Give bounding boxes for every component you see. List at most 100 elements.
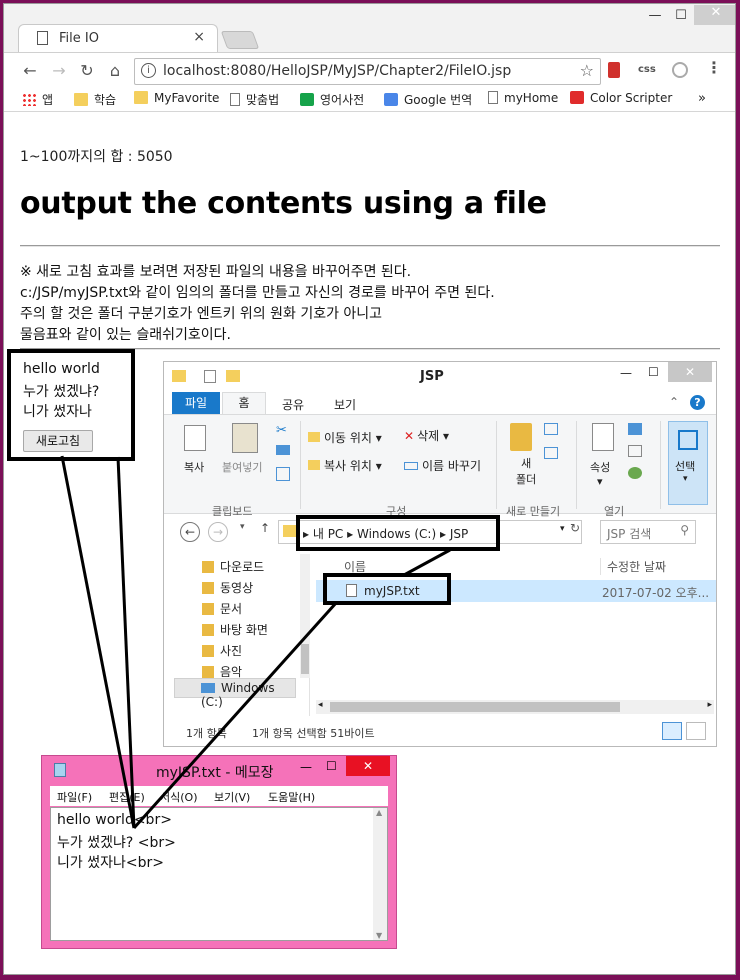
paste-button[interactable]: 붙여넣기 xyxy=(222,459,262,475)
explorer-search-input[interactable]: JSP 검색 ⚲ xyxy=(600,520,696,544)
sidebar-item-desktop[interactable]: 바탕 화면 xyxy=(202,621,268,638)
breadcrumb-drive[interactable]: Windows (C:) xyxy=(357,527,436,541)
menu-help[interactable]: 도움말(H) xyxy=(268,789,315,805)
bookmark-dictionary[interactable]: 영어사전 xyxy=(300,91,364,108)
file-row-selected[interactable]: myJSP.txt 2017-07-02 오후... xyxy=(316,580,716,602)
minimize-button[interactable]: — xyxy=(642,8,668,23)
scroll-down-icon[interactable]: ▼ xyxy=(376,931,382,940)
tab-share[interactable]: 공유 xyxy=(282,396,304,413)
notepad-maximize-button[interactable]: ☐ xyxy=(326,759,337,773)
sidebar-item-windows-c[interactable]: Windows (C:) xyxy=(174,678,296,709)
large-icons-view-icon[interactable] xyxy=(686,722,706,740)
new-folder-button[interactable]: 새 폴더 xyxy=(516,455,536,487)
new-folder-icon[interactable] xyxy=(226,370,240,382)
scroll-up-icon[interactable]: ▲ xyxy=(376,808,382,817)
bookmark-star-icon[interactable]: ☆ xyxy=(580,61,594,80)
ribbon-collapse-icon[interactable]: ⌃ xyxy=(669,395,679,409)
cut-icon[interactable]: ✂ xyxy=(276,423,287,438)
easy-access-icon[interactable] xyxy=(544,447,558,459)
menu-view[interactable]: 보기(V) xyxy=(214,789,250,805)
sidebar-item-videos[interactable]: 동영상 xyxy=(202,579,253,596)
scrollbar-thumb[interactable] xyxy=(301,644,309,674)
notepad-scrollbar[interactable]: ▲ ▼ xyxy=(373,808,387,940)
help-icon[interactable]: ? xyxy=(690,395,705,410)
breadcrumb-pc[interactable]: 내 PC xyxy=(313,527,343,541)
properties-icon[interactable] xyxy=(204,370,216,383)
notepad-minimize-button[interactable]: — xyxy=(300,760,312,774)
explorer-close-button[interactable]: ✕ xyxy=(668,362,712,382)
column-header-name[interactable]: 이름 xyxy=(344,558,366,575)
page-icon xyxy=(488,91,498,104)
sidebar-item-downloads[interactable]: 다운로드 xyxy=(202,558,264,575)
scrollbar-thumb[interactable] xyxy=(330,702,620,712)
delete-button[interactable]: ✕ 삭제 ▾ xyxy=(404,427,449,444)
move-to-button[interactable]: 이동 위치 ▾ xyxy=(308,429,382,446)
browser-tab[interactable]: File IO × xyxy=(18,24,218,52)
maximize-button[interactable]: ☐ xyxy=(668,8,694,23)
notepad-text-area[interactable]: hello world<br> 누가 썼겠냐? <br> 니가 썼자나<br> … xyxy=(50,807,388,941)
menu-icon[interactable]: ⋮ xyxy=(706,58,722,77)
address-bar[interactable]: i localhost:8080/HelloJSP/MyJSP/Chapter2… xyxy=(134,58,601,85)
horizontal-scrollbar[interactable]: ◂ ▸ xyxy=(316,700,714,714)
explorer-address-bar[interactable]: ▸ 내 PC ▸ Windows (C:) ▸ JSP xyxy=(278,520,582,544)
back-icon[interactable]: ← xyxy=(180,522,200,542)
notepad-close-button[interactable]: ✕ xyxy=(346,756,390,776)
rename-button[interactable]: 이름 바꾸기 xyxy=(404,457,481,474)
sidebar-item-documents[interactable]: 문서 xyxy=(202,600,242,617)
bookmark-study[interactable]: 학습 xyxy=(74,91,116,108)
menu-file[interactable]: 파일(F) xyxy=(57,789,92,805)
menu-format[interactable]: 서식(O) xyxy=(160,789,197,805)
bookmark-color-scripter[interactable]: Color Scripter xyxy=(570,91,672,105)
refresh-button[interactable]: 새로고침 xyxy=(23,430,93,452)
bookmarks-more-button[interactable]: » xyxy=(698,91,706,106)
bookmark-spelling[interactable]: 맞춤법 xyxy=(230,91,279,108)
select-button[interactable]: 선택 ▾ xyxy=(668,421,708,505)
bookmark-apps[interactable]: 앱 xyxy=(22,91,53,108)
copy-button[interactable]: 복사 xyxy=(184,459,204,475)
tab-close-icon[interactable]: × xyxy=(193,29,205,45)
sidebar-scrollbar[interactable] xyxy=(300,554,310,678)
details-view-icon[interactable] xyxy=(662,722,682,740)
home-icon[interactable]: ⌂ xyxy=(104,61,126,80)
sidebar-item-pictures[interactable]: 사진 xyxy=(202,642,242,659)
edit-icon[interactable] xyxy=(628,445,642,457)
bookmark-google-translate[interactable]: Google 번역 xyxy=(384,91,472,108)
menu-edit[interactable]: 편집(E) xyxy=(109,789,145,805)
explorer-minimize-button[interactable]: — xyxy=(620,366,632,380)
forward-icon[interactable]: → xyxy=(208,522,228,542)
bookmark-myfavorite[interactable]: MyFavorite xyxy=(134,91,219,105)
new-item-icon[interactable] xyxy=(544,423,558,435)
back-icon[interactable]: ← xyxy=(19,61,41,80)
address-dropdown-icon[interactable]: ▾ xyxy=(560,524,565,534)
column-header-modified[interactable]: 수정한 날짜 xyxy=(600,558,666,575)
open-icon[interactable] xyxy=(628,423,642,435)
tab-file[interactable]: 파일 xyxy=(172,392,220,414)
refresh-icon[interactable]: ↻ xyxy=(570,521,580,535)
forward-icon[interactable]: → xyxy=(48,61,70,80)
tab-home[interactable]: 홈 xyxy=(222,392,266,415)
bookmark-myhome[interactable]: myHome xyxy=(488,91,558,105)
recent-locations-icon[interactable]: ▾ xyxy=(240,522,245,532)
tab-view[interactable]: 보기 xyxy=(334,396,356,413)
extension-red-icon[interactable] xyxy=(608,62,620,78)
css-extension-icon[interactable]: css xyxy=(638,64,656,80)
delete-icon: ✕ xyxy=(404,429,415,443)
info-icon[interactable]: i xyxy=(141,63,156,78)
properties-button[interactable]: 속성 ▾ xyxy=(590,459,610,488)
reload-icon[interactable]: ↻ xyxy=(76,61,98,80)
breadcrumb-folder[interactable]: JSP xyxy=(450,527,468,541)
copy-to-button[interactable]: 복사 위치 ▾ xyxy=(308,457,382,474)
close-button[interactable]: ✕ xyxy=(694,5,735,25)
scroll-right-icon[interactable]: ▸ xyxy=(707,700,712,710)
up-icon[interactable]: ↑ xyxy=(260,521,270,535)
paste-shortcut-icon[interactable] xyxy=(276,467,290,481)
explorer-maximize-button[interactable]: ☐ xyxy=(648,365,659,379)
extension-gray-icon[interactable] xyxy=(672,62,688,78)
history-icon[interactable] xyxy=(628,467,642,479)
copy-path-icon[interactable] xyxy=(276,445,290,455)
new-tab-button[interactable] xyxy=(220,31,260,49)
rename-icon xyxy=(404,462,418,470)
page-heading: output the contents using a file xyxy=(20,186,547,221)
scroll-left-icon[interactable]: ◂ xyxy=(318,700,323,710)
notepad-window: myJSP.txt - 메모장 — ☐ ✕ 파일(F) 편집(E) 서식(O) … xyxy=(41,755,397,949)
